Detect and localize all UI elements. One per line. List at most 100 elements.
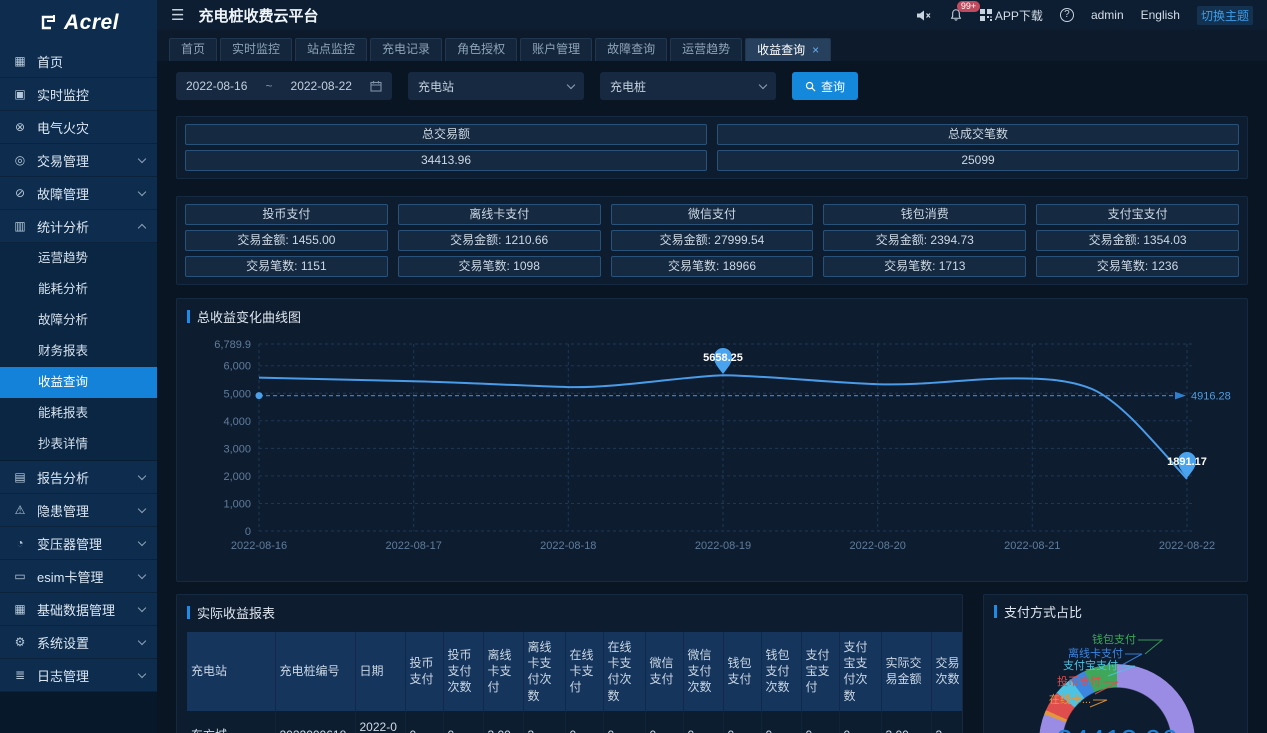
tab[interactable]: 运营趋势: [670, 38, 743, 61]
sidebar-subitem-energy-analysis[interactable]: 能耗分析: [0, 274, 157, 305]
chevron-down-icon: [137, 537, 147, 546]
x-tick: 2022-08-20: [850, 540, 906, 552]
mute-icon[interactable]: [916, 9, 932, 22]
app-download-link[interactable]: APP下载: [979, 7, 1043, 24]
table-header-cell[interactable]: 微信支付: [645, 632, 684, 711]
tab-revenue-query-active[interactable]: 收益查询 ×: [745, 38, 832, 61]
bottom-row: 实际收益报表 充电站 充电桩编号 日期 投币支付 投币支付次数 离线卡支付 离线…: [176, 594, 1248, 733]
sidebar-item-statistics[interactable]: ▥ 统计分析: [0, 210, 157, 243]
chevron-down-icon: [758, 80, 768, 89]
tab[interactable]: 首页: [169, 38, 218, 61]
gauge-icon: ◔: [16, 536, 24, 550]
table-header-cell[interactable]: 在线卡支付次数: [603, 632, 646, 711]
sidebar-subitem-energy-report[interactable]: 能耗报表: [0, 398, 157, 429]
gear-icon: ⚙: [14, 635, 26, 649]
table-header-cell[interactable]: 支付宝支付次数: [839, 632, 882, 711]
tab[interactable]: 站点监控: [295, 38, 368, 61]
y-tick: 5,000: [223, 388, 251, 400]
payment-share-donut[interactable]: [1039, 664, 1195, 733]
fault-icon: ⊘: [14, 186, 26, 200]
date-range-picker[interactable]: 2022-08-16 ~ 2022-08-22: [176, 72, 392, 100]
payment-card: 投币支付 交易金额: 1455.00 交易笔数: 1151: [185, 204, 388, 277]
tab[interactable]: 充电记录: [370, 38, 443, 61]
calendar-icon: [370, 81, 382, 92]
table-header-cell[interactable]: 在线卡支付: [565, 632, 604, 711]
y-tick: 4,000: [223, 416, 251, 428]
sidebar-subitem-revenue-query[interactable]: 收益查询: [0, 367, 157, 398]
sidebar-filler: [0, 692, 157, 733]
station-select[interactable]: 充电站: [408, 72, 584, 100]
help-icon[interactable]: ?: [1059, 8, 1074, 22]
min-point-marker[interactable]: 1891.17: [1167, 452, 1207, 478]
sidebar-item-log-mgmt[interactable]: ≣ 日志管理: [0, 659, 157, 692]
payment-card-title: 钱包消费: [823, 204, 1027, 225]
payment-share-panel: 支付方式占比 34413.96 钱包支付: [983, 594, 1248, 733]
tab[interactable]: 实时监控: [220, 38, 293, 61]
cell-station: 东方城: [187, 710, 276, 733]
transaction-icon: ◎: [14, 153, 26, 167]
sidebar-item-realtime-monitor[interactable]: ▣ 实时监控: [0, 78, 157, 111]
payment-card-title: 支付宝支付: [1036, 204, 1239, 225]
table-section-title: 实际收益报表: [187, 603, 952, 622]
query-button[interactable]: 查询: [792, 72, 858, 100]
cell-offline-card-count: 3: [523, 710, 566, 733]
close-tab-icon[interactable]: ×: [812, 40, 819, 61]
filter-row: 2022-08-16 ~ 2022-08-22 充电站 充电桩 查询: [176, 72, 1248, 100]
statistics-submenu: 运营趋势 能耗分析 故障分析 财务报表 收益查询 能耗报表 抄表详情: [0, 243, 157, 461]
table-header-cell[interactable]: 投币支付: [405, 632, 444, 711]
table-row[interactable]: 东方城 2022000618 2022-08-22 0 0 3.00 3 0 0: [187, 710, 962, 733]
tab[interactable]: 角色授权: [445, 38, 518, 61]
revenue-chart-panel: 总收益变化曲线图 0 1,000 2,000 3,000 4,000 5,000…: [176, 298, 1248, 582]
table-header-cell[interactable]: 离线卡支付次数: [523, 632, 566, 711]
notification-badge: 99+: [956, 1, 981, 12]
x-tick: 2022-08-22: [1159, 540, 1215, 552]
sidebar-item-report-analysis[interactable]: ▤ 报告分析: [0, 461, 157, 494]
notification-bell-icon[interactable]: 99+: [949, 1, 981, 22]
sidebar-item-basic-data-mgmt[interactable]: ▦ 基础数据管理: [0, 593, 157, 626]
revenue-line-chart[interactable]: 0 1,000 2,000 3,000 4,000 5,000 6,000 6,…: [187, 326, 1243, 576]
table-header-cell[interactable]: 充电桩编号: [275, 632, 356, 711]
username[interactable]: admin: [1091, 8, 1124, 22]
pile-select[interactable]: 充电桩: [600, 72, 776, 100]
sidebar-subitem-financial-report[interactable]: 财务报表: [0, 336, 157, 367]
table-header-cell[interactable]: 充电站: [187, 632, 276, 711]
sidebar-item-transaction-mgmt[interactable]: ◎ 交易管理: [0, 144, 157, 177]
database-icon: ▦: [14, 602, 26, 616]
max-point-marker[interactable]: 5658.25: [703, 348, 743, 374]
sidebar-subitem-operation-trend[interactable]: 运营趋势: [0, 243, 157, 274]
collapse-sidebar-icon[interactable]: ☰: [171, 6, 184, 24]
acrel-logo-icon: [41, 15, 55, 30]
sidebar-item-home[interactable]: ▦ 首页: [0, 45, 157, 78]
language-switch[interactable]: English: [1141, 8, 1180, 22]
sidebar-item-transformer-mgmt[interactable]: ◔ 变压器管理: [0, 527, 157, 560]
table-header-cell[interactable]: 微信支付次数: [683, 632, 724, 711]
tab[interactable]: 故障查询: [595, 38, 668, 61]
sidebar: Acrel ▦ 首页 ▣ 实时监控 ⊗ 电气火灾 ◎ 交易管理 ⊘ 故障管理 ▥…: [0, 0, 157, 733]
sidebar-item-system-settings[interactable]: ⚙ 系统设置: [0, 626, 157, 659]
theme-toggle[interactable]: 切换主题: [1196, 5, 1253, 25]
sidebar-item-electrical-fire[interactable]: ⊗ 电气火灾: [0, 111, 157, 144]
sidebar-item-hazard-mgmt[interactable]: ⚠ 隐患管理: [0, 494, 157, 527]
payment-card-amount: 交易金额: 27999.54: [610, 230, 814, 251]
x-tick: 2022-08-17: [386, 540, 442, 552]
cell-pile-no: 2022000618: [275, 710, 356, 733]
payment-card: 钱包消费 交易金额: 2394.73 交易笔数: 1713: [823, 204, 1027, 277]
sidebar-subitem-fault-analysis[interactable]: 故障分析: [0, 305, 157, 336]
table-header-cell[interactable]: 钱包支付: [723, 632, 762, 711]
tab[interactable]: 账户管理: [520, 38, 593, 61]
date-start: 2022-08-16: [186, 79, 248, 93]
app-root: Acrel ▦ 首页 ▣ 实时监控 ⊗ 电气火灾 ◎ 交易管理 ⊘ 故障管理 ▥…: [0, 0, 1267, 733]
y-tick: 3,000: [223, 443, 251, 455]
table-header-cell[interactable]: 离线卡支付: [483, 632, 524, 711]
table-header-cell[interactable]: 交易次数: [931, 632, 962, 711]
payment-cards-panel: 投币支付 交易金额: 1455.00 交易笔数: 1151 离线卡支付 交易金额…: [176, 196, 1248, 285]
sidebar-subitem-meter-detail[interactable]: 抄表详情: [0, 429, 157, 460]
table-header-cell[interactable]: 支付宝支付: [801, 632, 840, 711]
table-header-cell[interactable]: 日期: [355, 632, 406, 711]
table-header-cell[interactable]: 投币支付次数: [443, 632, 484, 711]
table-header-cell[interactable]: 实际交易金额: [881, 632, 932, 711]
sidebar-item-esim-mgmt[interactable]: ▭ esim卡管理: [0, 560, 157, 593]
sidebar-item-fault-mgmt[interactable]: ⊘ 故障管理: [0, 177, 157, 210]
table-header-cell[interactable]: 钱包支付次数: [761, 632, 802, 711]
x-tick: 2022-08-21: [1004, 540, 1060, 552]
